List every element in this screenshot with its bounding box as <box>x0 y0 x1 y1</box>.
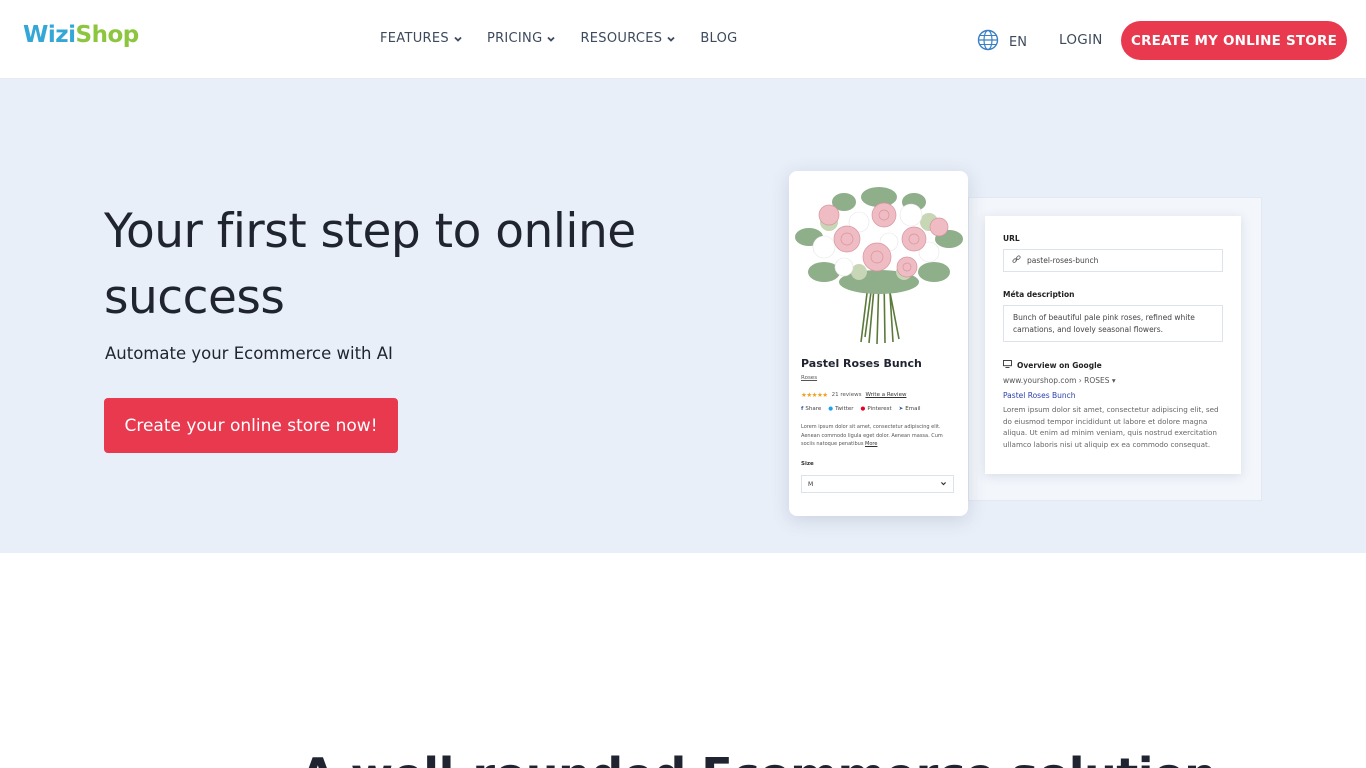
share-facebook-label: Share <box>805 406 822 412</box>
hero-section: Your first step to online success Automa… <box>0 79 1366 553</box>
share-twitter-label: Twitter <box>835 406 854 412</box>
nav-pricing[interactable]: PRICING <box>487 31 557 46</box>
more-link: More <box>865 441 878 447</box>
pinterest-icon: ● <box>860 406 866 412</box>
hero-title: Your first step to online success <box>104 204 636 325</box>
hero-cta-button[interactable]: Create your online store now! <box>104 398 398 453</box>
twitter-icon: ● <box>828 406 834 412</box>
google-preview-title: Pastel Roses Bunch <box>1003 391 1076 400</box>
share-email: ➤ Email <box>899 406 921 412</box>
url-field: pastel-roses-bunch <box>1003 249 1223 272</box>
share-pinterest: ● Pinterest <box>861 406 892 412</box>
size-label: Size <box>801 461 814 467</box>
logo-part-shop: Shop <box>75 22 140 48</box>
create-store-button[interactable]: CREATE MY ONLINE STORE <box>1121 21 1347 60</box>
nav-pricing-label: PRICING <box>486 31 543 46</box>
write-review-link: Write a Review <box>865 392 907 398</box>
globe-icon <box>977 29 999 55</box>
meta-description-field: Bunch of beautiful pale pink roses, refi… <box>1003 305 1223 342</box>
share-bar: f Share ● Twitter ● Pinterest ➤ Email <box>801 406 921 412</box>
wizishop-logo[interactable]: WiziShop <box>23 22 139 48</box>
monitor-icon <box>1003 360 1012 370</box>
product-description: Lorem ipsum dolor sit amet, consectetur … <box>801 423 956 449</box>
review-count: 21 reviews <box>831 392 862 398</box>
chevron-down-icon <box>940 480 947 489</box>
nav-blog-label: BLOG <box>700 31 738 46</box>
login-link[interactable]: LOGIN <box>1059 32 1103 48</box>
product-rating: ★★★★★ 21 reviews Write a Review <box>801 391 906 399</box>
share-email-label: Email <box>905 406 921 412</box>
url-value: pastel-roses-bunch <box>1027 256 1099 265</box>
facebook-icon: f <box>801 406 804 412</box>
nav-features[interactable]: FEATURES <box>380 31 463 46</box>
section-title: A well-rounded Ecommerce solution <box>300 748 1217 768</box>
logo-part-wizi: Wizi <box>23 22 76 48</box>
language-label: EN <box>1009 34 1027 50</box>
link-icon <box>1012 255 1021 266</box>
google-overview-label: Overview on Google <box>1017 360 1102 370</box>
language-selector[interactable]: EN <box>977 29 1027 55</box>
url-label: URL <box>1003 234 1020 243</box>
main-nav: FEATURES PRICING RESOURCES BLOG <box>380 31 762 46</box>
nav-features-label: FEATURES <box>380 31 449 46</box>
size-select: M <box>801 475 954 493</box>
product-card: Pastel Roses Bunch Roses ★★★★★ 21 review… <box>789 171 968 516</box>
product-category-link: Roses <box>801 375 818 381</box>
google-preview-url: www.yourshop.com › ROSES ▾ <box>1003 376 1116 385</box>
share-pinterest-label: Pinterest <box>867 406 892 412</box>
product-name: Pastel Roses Bunch <box>801 357 922 370</box>
nav-resources[interactable]: RESOURCES <box>580 31 676 46</box>
meta-description-label: Méta description <box>1003 290 1075 299</box>
chevron-down-icon <box>453 34 463 44</box>
send-icon: ➤ <box>898 406 904 412</box>
nav-resources-label: RESOURCES <box>580 31 663 46</box>
rating-stars: ★★★★★ <box>801 391 828 399</box>
share-facebook: f Share <box>801 406 821 412</box>
chevron-down-icon <box>546 34 556 44</box>
google-preview-description: Lorem ipsum dolor sit amet, consectetur … <box>1003 405 1219 449</box>
size-select-value: M <box>808 480 814 488</box>
nav-blog[interactable]: BLOG <box>700 31 737 46</box>
hero-subtitle: Automate your Ecommerce with AI <box>105 344 393 363</box>
seo-settings-card: URL pastel-roses-bunch Méta description … <box>985 216 1241 474</box>
bouquet-image <box>795 187 963 345</box>
chevron-down-icon <box>666 34 676 44</box>
site-header: WiziShop FEATURES PRICING RESOURCES BLOG… <box>0 0 1366 79</box>
share-twitter: ● Twitter <box>828 406 853 412</box>
google-overview-heading: Overview on Google <box>1003 360 1223 370</box>
